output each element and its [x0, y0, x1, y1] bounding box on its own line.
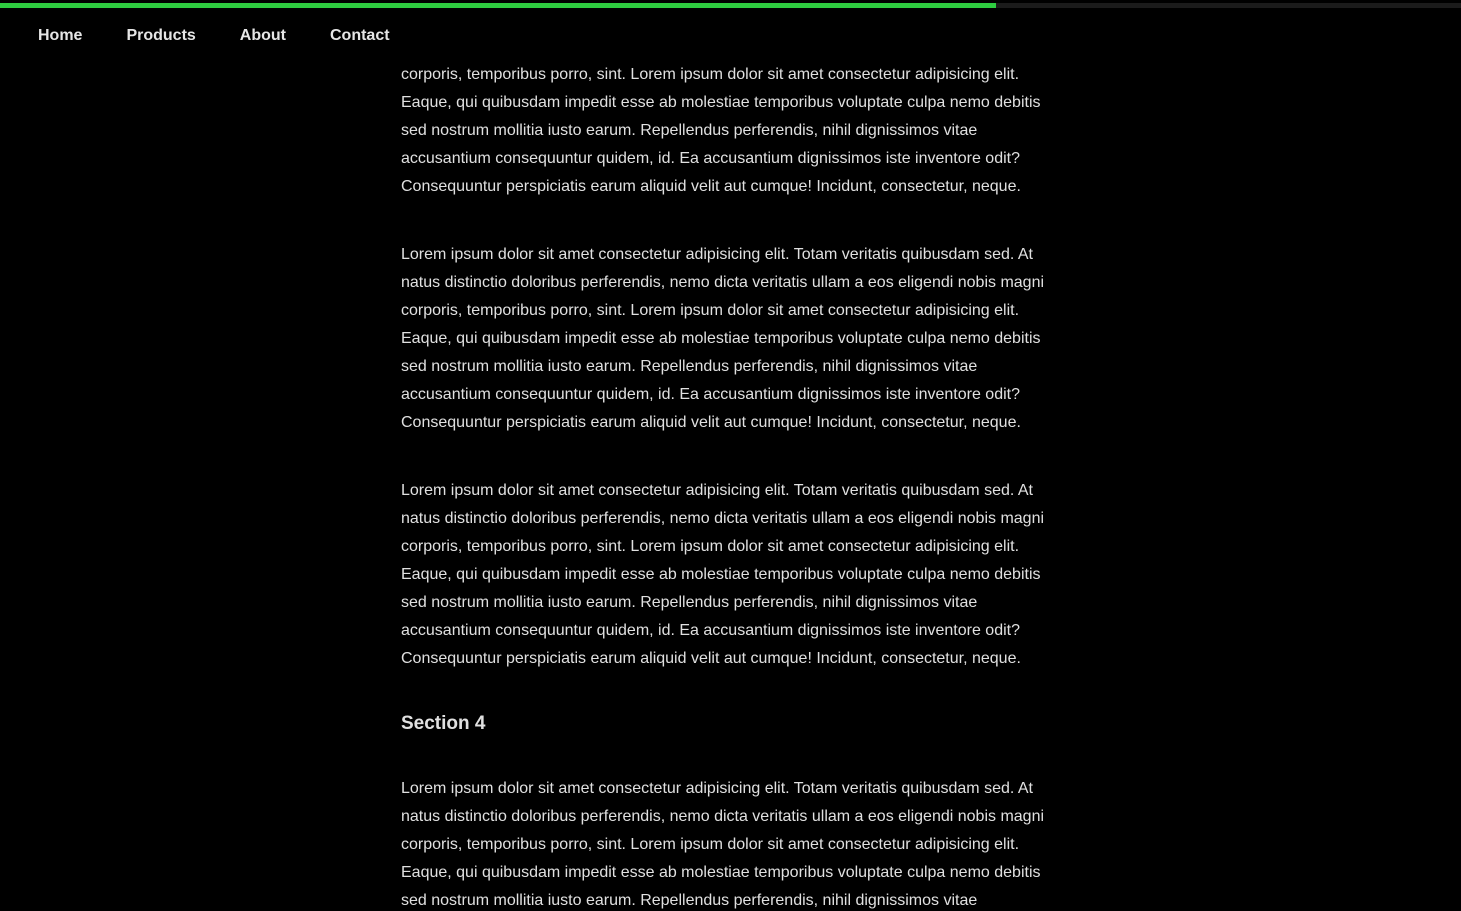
paragraph: Lorem ipsum dolor sit amet consectetur a… — [401, 775, 1051, 911]
text-line: natus distinctio doloribus perferendis, … — [401, 808, 1045, 825]
scroll-progress-track — [0, 3, 1461, 8]
text-line: Consequuntur perspiciatis earum aliquid … — [401, 650, 1021, 667]
scroll-progress-fill — [0, 3, 997, 8]
text-line: accusantium consequuntur quidem, id. Ea … — [401, 386, 1020, 403]
text-line: sed nostrum mollitia iusto earum. Repell… — [401, 358, 978, 375]
text-line: accusantium consequuntur quidem, id. Ea … — [401, 150, 1020, 167]
text-line: Consequuntur perspiciatis earum aliquid … — [401, 178, 1021, 195]
text-line: sed nostrum mollitia iusto earum. Repell… — [401, 892, 978, 909]
text-line: Eaque, qui quibusdam impedit esse ab mol… — [401, 330, 1041, 347]
nav-link-products[interactable]: Products — [126, 26, 195, 46]
text-line: Eaque, qui quibusdam impedit esse ab mol… — [401, 864, 1041, 881]
nav-link-contact[interactable]: Contact — [330, 26, 390, 46]
top-nav: Home Products About Contact — [38, 26, 434, 46]
paragraph-partial: corporis, temporibus porro, sint. Lorem … — [401, 61, 1051, 201]
nav-link-home[interactable]: Home — [38, 26, 82, 46]
text-line: corporis, temporibus porro, sint. Lorem … — [401, 836, 1020, 853]
text-line: Lorem ipsum dolor sit amet consectetur a… — [401, 246, 1033, 263]
text-line: Eaque, qui quibusdam impedit esse ab mol… — [401, 566, 1041, 583]
text-line: sed nostrum mollitia iusto earum. Repell… — [401, 122, 978, 139]
section-heading: Section 4 — [401, 713, 486, 734]
text-line: natus distinctio doloribus perferendis, … — [401, 274, 1045, 291]
text-line: corporis, temporibus porro, sint. Lorem … — [401, 302, 1020, 319]
text-line: Eaque, qui quibusdam impedit esse ab mol… — [401, 94, 1041, 111]
text-line: Consequuntur perspiciatis earum aliquid … — [401, 414, 1021, 431]
text-line: accusantium consequuntur quidem, id. Ea … — [401, 622, 1020, 639]
text-line: corporis, temporibus porro, sint. Lorem … — [401, 66, 1020, 83]
text-line: sed nostrum mollitia iusto earum. Repell… — [401, 594, 978, 611]
text-line: corporis, temporibus porro, sint. Lorem … — [401, 538, 1020, 555]
text-line: Lorem ipsum dolor sit amet consectetur a… — [401, 780, 1033, 797]
text-line: natus distinctio doloribus perferendis, … — [401, 510, 1045, 527]
text-line: Lorem ipsum dolor sit amet consectetur a… — [401, 482, 1033, 499]
nav-link-about[interactable]: About — [240, 26, 286, 46]
paragraph: Lorem ipsum dolor sit amet consectetur a… — [401, 241, 1051, 437]
paragraph: Lorem ipsum dolor sit amet consectetur a… — [401, 477, 1051, 673]
